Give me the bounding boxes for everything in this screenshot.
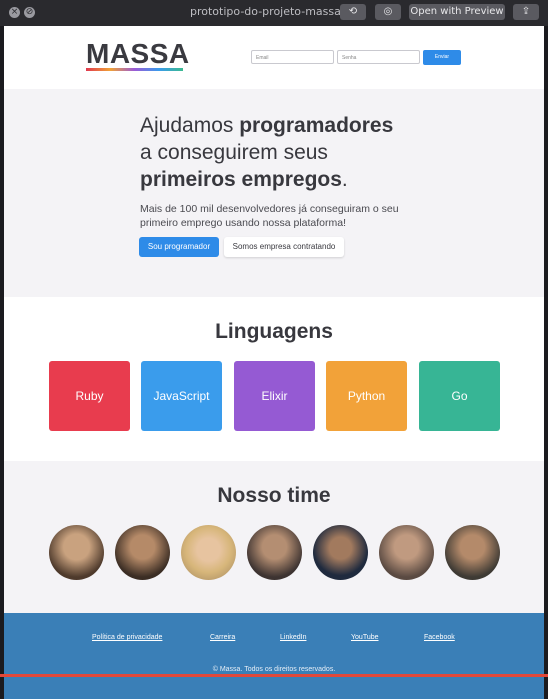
- submit-button[interactable]: Enviar: [423, 50, 461, 65]
- page-preview: MASSA Email Senha Enviar Ajudamos progra…: [4, 26, 544, 699]
- site-footer: Política de privacidade Carreira LinkedI…: [4, 613, 544, 699]
- footer-link-careers[interactable]: Carreira: [210, 634, 235, 641]
- hero-headline: Ajudamos programadores a conseguirem seu…: [140, 112, 440, 193]
- site-header: MASSA Email Senha Enviar: [4, 26, 544, 89]
- fullscreen-icon[interactable]: ⊘: [24, 7, 35, 18]
- language-card-elixir[interactable]: Elixir: [234, 361, 315, 431]
- close-icon[interactable]: ×: [9, 7, 20, 18]
- language-label: Go: [451, 389, 468, 403]
- footer-link-facebook[interactable]: Facebook: [424, 634, 455, 641]
- team-title: Nosso time: [217, 484, 331, 507]
- password-field[interactable]: Senha: [337, 50, 420, 64]
- hero-line1-bold: programadores: [239, 114, 394, 137]
- team-member-avatar[interactable]: [181, 525, 236, 580]
- hero-line2: a conseguirem seus: [140, 141, 328, 164]
- markup-icon[interactable]: ◎: [375, 4, 401, 20]
- share-icon[interactable]: ⇪: [513, 4, 539, 20]
- footer-link-youtube[interactable]: YouTube: [351, 634, 379, 641]
- language-card-python[interactable]: Python: [326, 361, 407, 431]
- window-titlebar: × ⊘ prototipo-do-projeto-massa.png ⟲ ◎ O…: [0, 0, 548, 26]
- language-label: Ruby: [75, 389, 104, 403]
- footer-link-privacy[interactable]: Política de privacidade: [92, 634, 162, 641]
- languages-title: Linguagens: [215, 320, 333, 343]
- language-label: Elixir: [261, 389, 288, 403]
- hero-subtitle: Mais de 100 mil desenvolvedores já conse…: [140, 203, 399, 229]
- language-label: JavaScript: [153, 389, 210, 403]
- team-member-avatar[interactable]: [115, 525, 170, 580]
- email-field[interactable]: Email: [251, 50, 334, 64]
- programmer-button[interactable]: Sou programador: [139, 237, 219, 257]
- team-member-avatar[interactable]: [313, 525, 368, 580]
- copyright: © Massa. Todos os direitos reservados.: [212, 666, 336, 673]
- footer-link-linkedin[interactable]: LinkedIn: [280, 634, 306, 641]
- red-divider-line: [0, 674, 548, 677]
- company-button[interactable]: Somos empresa contratando: [224, 237, 344, 257]
- language-label: Python: [347, 389, 386, 403]
- language-card-javascript[interactable]: JavaScript: [141, 361, 222, 431]
- team-section: Nosso time: [4, 461, 544, 613]
- team-member-avatar[interactable]: [379, 525, 434, 580]
- team-member-avatar[interactable]: [445, 525, 500, 580]
- logo-underline: [86, 68, 183, 71]
- open-with-preview-button[interactable]: Open with Preview: [409, 4, 505, 20]
- language-card-ruby[interactable]: Ruby: [49, 361, 130, 431]
- rotate-icon[interactable]: ⟲: [340, 4, 366, 20]
- hero-line3-end: .: [341, 168, 348, 191]
- logo[interactable]: MASSA: [86, 38, 190, 70]
- languages-section: Linguagens Ruby JavaScript Elixir Python…: [4, 297, 544, 461]
- team-member-avatar[interactable]: [247, 525, 302, 580]
- language-card-go[interactable]: Go: [419, 361, 500, 431]
- team-member-avatar[interactable]: [49, 525, 104, 580]
- hero-line3-bold: primeiros empregos: [140, 168, 342, 191]
- hero-line1: Ajudamos: [140, 114, 240, 137]
